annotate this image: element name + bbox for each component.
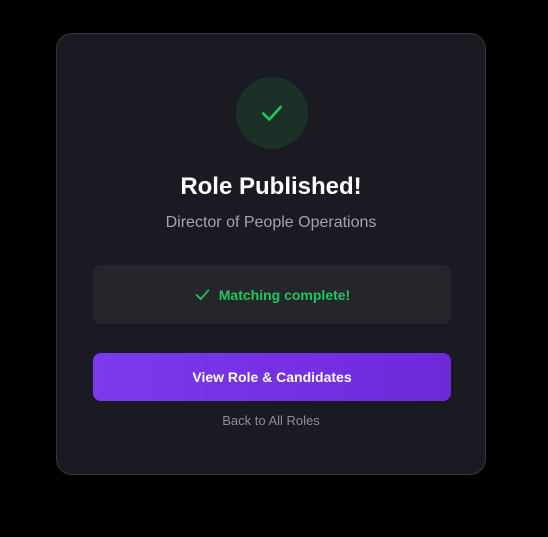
check-icon <box>195 289 210 300</box>
matching-status-text: Matching complete! <box>218 286 351 303</box>
view-role-candidates-button[interactable]: View Role & Candidates <box>93 353 451 401</box>
matching-status-panel: Matching complete! <box>93 265 451 324</box>
check-icon <box>262 105 282 121</box>
success-dialog: Role Published! Director of People Opera… <box>56 33 486 475</box>
success-check-badge <box>236 77 308 149</box>
dialog-title: Role Published! <box>180 173 362 200</box>
back-to-all-roles-link[interactable]: Back to All Roles <box>57 413 485 429</box>
role-name: Director of People Operations <box>165 214 377 231</box>
